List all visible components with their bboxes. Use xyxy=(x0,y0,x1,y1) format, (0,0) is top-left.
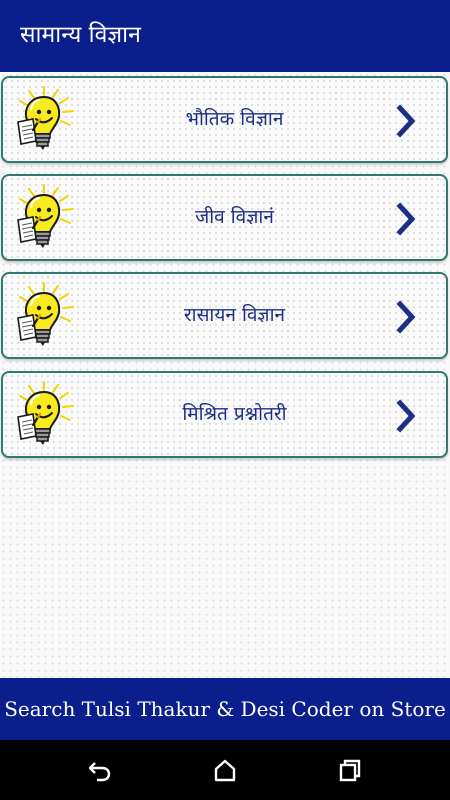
lightbulb-icon xyxy=(13,381,79,451)
category-card-physics[interactable]: भौतिक विज्ञान xyxy=(1,76,448,163)
lightbulb-icon xyxy=(13,282,79,352)
home-icon[interactable] xyxy=(212,757,238,783)
category-label: मिश्रित प्रश्नोतरी xyxy=(182,403,287,425)
system-nav-bar xyxy=(0,740,450,800)
back-icon[interactable] xyxy=(87,757,113,783)
app-title: सामान्य विज्ञान xyxy=(20,22,141,48)
chevron-right-icon xyxy=(396,399,416,433)
category-card-chemistry[interactable]: रासायन विज्ञान xyxy=(1,272,448,359)
category-card-biology[interactable]: जीव विज्ञानं xyxy=(1,174,448,261)
recents-icon[interactable] xyxy=(337,757,363,783)
chevron-right-icon xyxy=(396,104,416,138)
category-label: जीव विज्ञानं xyxy=(195,206,274,228)
chevron-right-icon xyxy=(396,300,416,334)
promo-banner-text: Search Tulsi Thakur & Desi Coder on Stor… xyxy=(4,697,446,721)
category-label: भौतिक विज्ञान xyxy=(185,108,284,130)
category-label: रासायन विज्ञान xyxy=(183,304,286,326)
chevron-right-icon xyxy=(396,202,416,236)
category-card-mixed-quiz[interactable]: मिश्रित प्रश्नोतरी xyxy=(1,371,448,458)
app-bar: सामान्य विज्ञान xyxy=(0,0,450,72)
promo-banner[interactable]: Search Tulsi Thakur & Desi Coder on Stor… xyxy=(0,678,450,740)
lightbulb-icon xyxy=(13,184,79,254)
lightbulb-icon xyxy=(13,86,79,156)
category-list: भौतिक विज्ञान जीव विज्ञानं रासायन विज्ञा… xyxy=(0,72,450,678)
